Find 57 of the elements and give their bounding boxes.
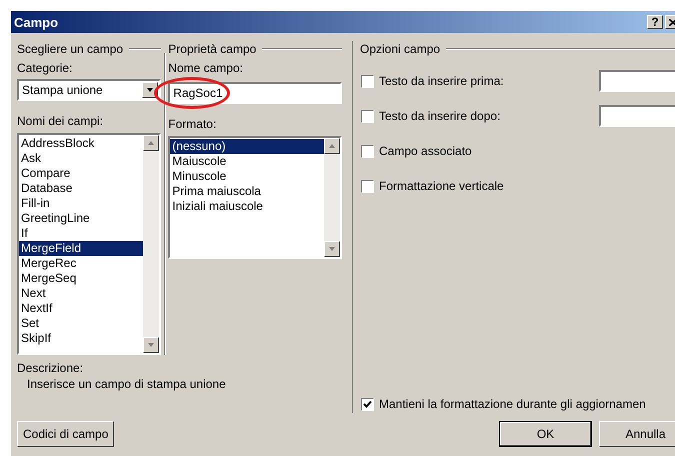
list-item[interactable]: Ask [19,150,143,166]
close-icon [669,18,675,26]
list-item[interactable]: MergeField [19,240,143,256]
list-item[interactable]: Fill-in [19,196,143,211]
checkbox[interactable] [361,74,374,88]
down-arrow-icon [328,246,336,252]
field-codes-button[interactable]: Codici di campo [17,421,114,447]
list-box[interactable]: AddressBlock Ask Compare Database Fill-in GreetingLine If MergeField MergeRec MergeSeq Next NextIf Set SkipIf [17,132,161,356]
group-heading: Scegliere un campo [17,42,124,56]
dropdown-arrow-icon [146,86,154,93]
description-text: Inserisce un campo di stampa unione [26,377,227,391]
ok-button[interactable]: OK [499,421,592,447]
list-item[interactable]: MergeRec [19,256,143,271]
up-arrow-icon [328,143,336,149]
help-button[interactable]: ? [647,15,663,29]
up-arrow-icon [147,140,155,146]
cancel-button[interactable]: Annulla [599,421,675,447]
field-label: Nome campo: [168,61,244,77]
scrollbar[interactable] [324,138,340,257]
list-item[interactable]: Prima maiuscola [170,184,324,199]
checkbox[interactable] [361,398,374,410]
list-item[interactable]: Minuscole [170,169,324,184]
list-item[interactable]: Next [19,286,143,301]
description-label: Descrizione: [17,361,84,375]
checkbox[interactable] [361,110,374,122]
list-item[interactable]: NextIf [19,300,143,316]
group-heading: Proprietà campo [168,42,256,56]
list-item[interactable]: Set [19,316,143,331]
down-arrow-icon [147,342,155,348]
text-input-field[interactable] [599,105,675,127]
name-input-field[interactable]: RagSoc1 [168,82,342,104]
option-label: Formattazione verticale [379,179,504,193]
list-item[interactable]: Database [19,180,143,196]
list-box[interactable]: (nessuno) Maiuscole Minuscole Prima maiuscola Iniziali maiuscole [168,136,342,259]
list-item[interactable]: Compare [19,166,143,181]
list-item[interactable]: MergeSeq [19,270,143,286]
window-title: Campo [14,14,60,30]
option-label: Campo associato [379,144,472,158]
field-label: Categorie: [17,60,74,77]
list-item[interactable]: AddressBlock [19,136,143,151]
checkbox[interactable] [361,144,374,158]
list-item[interactable]: Iniziali maiuscole [170,199,324,214]
option-label: Testo da inserire prima: [379,74,504,88]
list-item[interactable]: Maiuscole [170,154,324,169]
list-item[interactable]: SkipIf [19,330,143,346]
scrollbar[interactable] [143,134,159,354]
list-item[interactable]: GreetingLine [19,210,143,226]
category-dropdown[interactable]: Stampa unione [17,78,161,101]
field-label: Nomi dei campi: [17,114,104,130]
option-label: Mantieni la formattazione durante gli aggiornamen [379,397,646,411]
field-label: Formato: [168,117,218,133]
text-input-field[interactable] [599,70,675,92]
list-item[interactable]: (nessuno) [170,139,324,154]
group-heading: Opzioni campo [360,42,440,56]
option-label: Testo da inserire dopo: [379,109,500,123]
list-item[interactable]: If [19,226,143,241]
checkbox[interactable] [361,180,374,192]
